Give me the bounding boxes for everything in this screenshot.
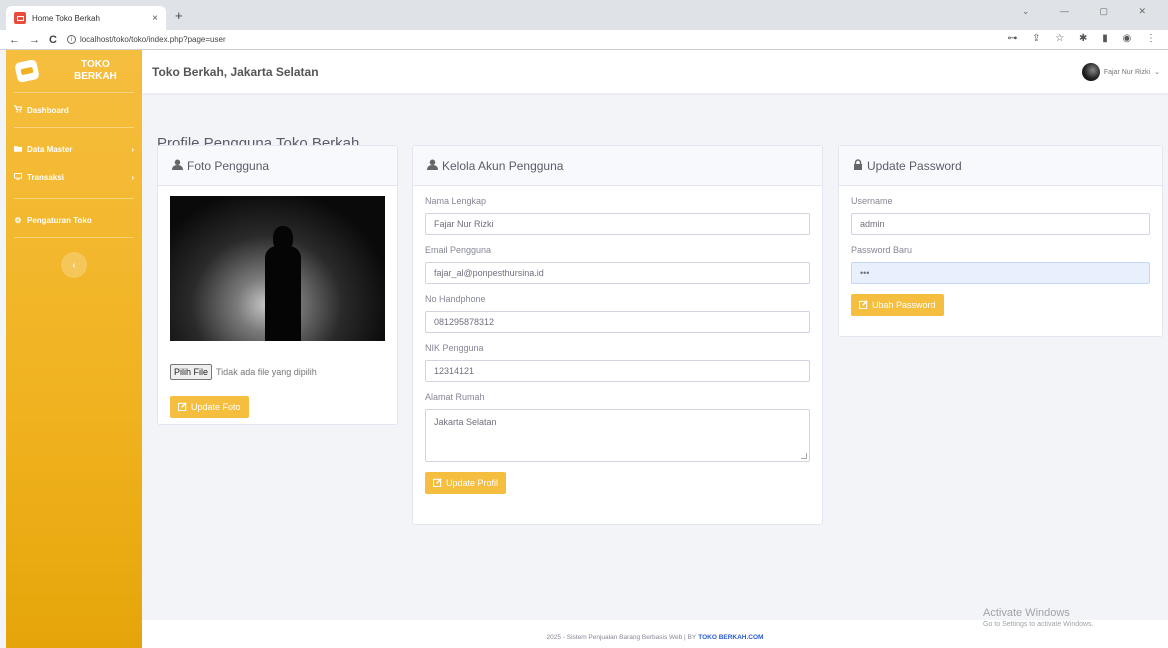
sidebar-divider xyxy=(14,237,134,238)
card-header: Update Password xyxy=(839,146,1162,186)
sidebar-divider xyxy=(14,198,134,199)
sidebar-item-data-master[interactable]: Data Master › xyxy=(6,138,142,160)
change-password-button[interactable]: Ubah Password xyxy=(851,294,944,316)
reload-button[interactable]: C xyxy=(49,34,57,46)
windows-activation-watermark: Activate Windows Go to Settings to activ… xyxy=(983,607,1094,628)
logo-icon xyxy=(14,58,40,84)
chevron-right-icon: › xyxy=(131,144,134,154)
sidebar-item-pengaturan-toko[interactable]: ⚙ Pengaturan Toko xyxy=(6,209,142,231)
chevron-right-icon: › xyxy=(131,172,134,182)
brand-name: TOKO BERKAH xyxy=(74,59,117,82)
photo-silhouette xyxy=(265,226,301,341)
account-card: Kelola Akun Pengguna Nama Lengkap Fajar … xyxy=(412,145,823,525)
user-icon xyxy=(172,159,183,173)
field-label: Alamat Rumah xyxy=(425,392,485,402)
url-text: localhost/toko/toko/index.php?page=user xyxy=(79,35,226,44)
sidebar-item-transaksi[interactable]: Transaksi › xyxy=(6,166,142,188)
nik-field[interactable]: 12314121 xyxy=(425,360,810,382)
address-bar: ← → C i localhost/toko/toko/index.php?pa… xyxy=(0,30,1168,50)
new-tab-button[interactable]: + xyxy=(175,8,183,23)
username-field[interactable]: admin xyxy=(851,213,1150,235)
field-label: Email Pengguna xyxy=(425,245,492,255)
file-status: Tidak ada file yang dipilih xyxy=(216,367,317,377)
card-body: Pilih File Tidak ada file yang dipilih U… xyxy=(158,186,397,428)
choose-file-button[interactable]: Pilih File xyxy=(170,364,213,380)
url-field[interactable]: i localhost/toko/toko/index.php?page=use… xyxy=(66,35,226,44)
store-title: Toko Berkah, Jakarta Selatan xyxy=(152,64,319,79)
sidebar-item-label: Pengaturan Toko xyxy=(27,215,92,225)
topbar: Toko Berkah, Jakarta Selatan Fajar Nur R… xyxy=(142,50,1168,93)
edit-icon xyxy=(177,401,187,413)
button-label: Update Profil xyxy=(446,478,499,488)
address-textarea[interactable]: Jakarta Selatan xyxy=(425,409,810,462)
new-password-field[interactable]: ••• xyxy=(851,262,1150,284)
card-title: Foto Pengguna xyxy=(187,158,270,173)
back-button[interactable]: ← xyxy=(9,34,20,46)
favicon-icon xyxy=(14,12,26,24)
browser-tab[interactable]: Home Toko Berkah × xyxy=(6,6,166,30)
field-label: Password Baru xyxy=(851,245,913,255)
file-input[interactable]: Pilih File Tidak ada file yang dipilih xyxy=(170,364,385,380)
card-header: Foto Pengguna xyxy=(158,146,397,186)
sidebar-brand[interactable]: TOKO BERKAH xyxy=(6,50,142,92)
sidebar-toggle-button[interactable]: ‹ xyxy=(61,252,87,278)
update-photo-button[interactable]: Update Foto xyxy=(170,396,249,418)
browser-toolbar-icons[interactable]: ⊶ ⇪ ☆ ✱ ▮ ◉ ⋮ xyxy=(1007,33,1162,44)
tab-close-icon[interactable]: × xyxy=(152,13,158,24)
profile-photo xyxy=(170,196,385,341)
watermark-title: Activate Windows xyxy=(983,607,1070,619)
button-label: Ubah Password xyxy=(872,300,936,310)
edit-icon xyxy=(432,477,442,489)
photo-card: Foto Pengguna Pilih File Tidak ada file … xyxy=(157,145,398,425)
browser-tabbar: Home Toko Berkah × + ⌄ — ▢ ✕ xyxy=(0,0,1168,30)
sidebar-item-label: Transaksi xyxy=(27,172,64,182)
card-header: Kelola Akun Pengguna xyxy=(413,146,822,186)
tab-title: Home Toko Berkah xyxy=(32,13,100,23)
phone-field[interactable]: 081295878312 xyxy=(425,311,810,333)
forward-button[interactable]: → xyxy=(29,34,40,46)
update-profile-button[interactable]: Update Profil xyxy=(425,472,507,494)
sidebar-item-label: Data Master xyxy=(27,144,73,154)
sidebar: TOKO BERKAH Dashboard Data Master › Tran… xyxy=(6,50,142,648)
footer-text: 2025 - Sistem Penjualan Barang Berbasis … xyxy=(546,633,697,641)
edit-icon xyxy=(858,299,868,311)
desktop-icon xyxy=(14,172,22,182)
chevron-down-icon: ⌄ xyxy=(1154,69,1160,76)
avatar xyxy=(1081,63,1100,81)
watermark-subtitle: Go to Settings to activate Windows. xyxy=(983,621,1094,628)
field-label: Nama Lengkap xyxy=(425,196,487,206)
sidebar-divider xyxy=(14,127,134,128)
window-controls[interactable]: ⌄ — ▢ ✕ xyxy=(1022,6,1160,17)
button-label: Update Foto xyxy=(191,402,241,412)
cogs-icon: ⚙ xyxy=(14,215,22,225)
user-name: Fajar Nur Rizki xyxy=(1103,68,1151,76)
field-label: Username xyxy=(851,196,893,206)
card-title: Update Password xyxy=(867,158,962,173)
card-body: Username admin Password Baru ••• Ubah Pa… xyxy=(839,186,1162,326)
card-body: Nama Lengkap Fajar Nur Rizki Email Pengg… xyxy=(413,186,822,504)
email-field[interactable]: fajar_al@ponpesthursina.id xyxy=(425,262,810,284)
site-info-icon[interactable]: i xyxy=(66,35,76,44)
user-icon xyxy=(427,159,438,173)
password-card: Update Password Username admin Password … xyxy=(838,145,1163,337)
card-title: Kelola Akun Pengguna xyxy=(442,158,564,173)
full-name-field[interactable]: Fajar Nur Rizki xyxy=(425,213,810,235)
sidebar-item-dashboard[interactable]: Dashboard xyxy=(6,99,142,121)
field-label: NIK Pengguna xyxy=(425,343,484,353)
field-label: No Handphone xyxy=(425,294,486,304)
folder-icon xyxy=(14,145,22,154)
cart-icon xyxy=(14,105,23,115)
sidebar-item-label: Dashboard xyxy=(27,105,69,115)
user-menu[interactable]: Fajar Nur Rizki ⌄ xyxy=(1081,63,1160,81)
lock-icon xyxy=(853,158,863,173)
sidebar-divider xyxy=(14,92,134,93)
footer-brand-link[interactable]: TOKO BERKAH.COM xyxy=(698,634,763,641)
